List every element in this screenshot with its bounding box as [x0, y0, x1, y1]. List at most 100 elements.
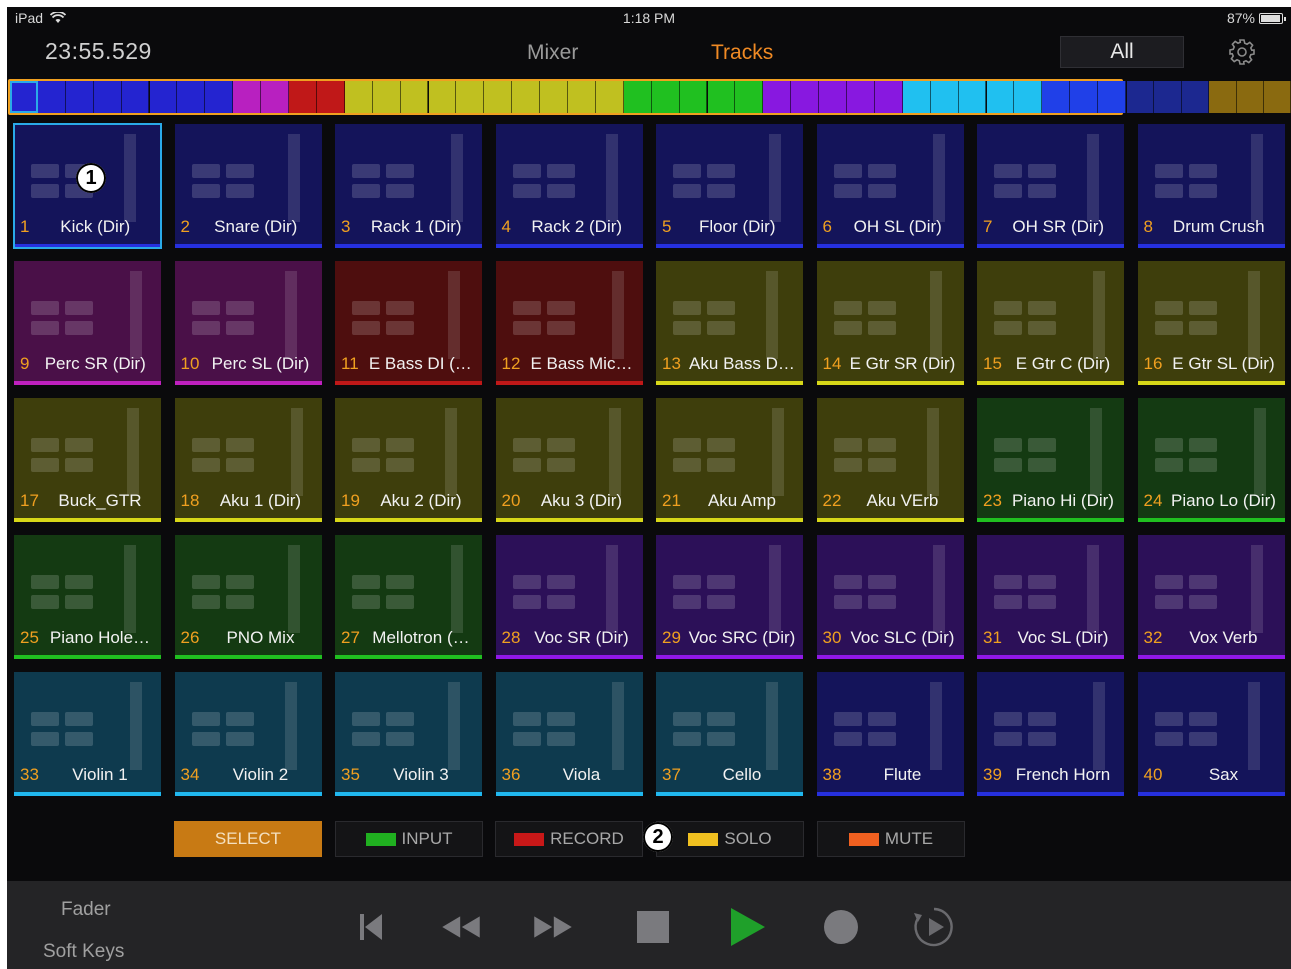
color-strip-cell[interactable] [568, 81, 596, 113]
color-strip-cell[interactable] [10, 81, 38, 113]
mode-mute-button[interactable]: MUTE [817, 821, 965, 857]
color-strip-cell[interactable] [595, 81, 624, 113]
track-tile[interactable]: 24 Piano Lo (Dir) [1137, 398, 1285, 522]
color-strip-cell[interactable] [177, 81, 206, 113]
loop-play-icon[interactable] [912, 905, 956, 949]
mode-solo-button[interactable]: SOLO [656, 821, 804, 857]
track-tile[interactable]: 30 Voc SLC (Dir) [816, 535, 964, 659]
track-tile[interactable]: 29 Voc SRC (Dir) [656, 535, 803, 659]
color-strip-cell[interactable] [428, 81, 457, 113]
return-to-start-icon[interactable] [348, 905, 392, 949]
track-tile[interactable]: 25 Piano Hole… [14, 535, 161, 659]
color-strip-cell[interactable] [1209, 81, 1237, 113]
soft-keys-button[interactable]: Soft Keys [43, 941, 124, 963]
color-strip-cell[interactable] [707, 81, 736, 113]
stop-icon[interactable] [632, 905, 676, 949]
track-color-strip[interactable] [7, 79, 1291, 119]
color-strip-cell[interactable] [1014, 81, 1043, 113]
track-tile[interactable]: 8 Drum Crush [1137, 124, 1285, 248]
filter-all-button[interactable]: All [1060, 36, 1184, 68]
track-tile[interactable]: 20 Aku 3 (Dir) [495, 398, 643, 522]
color-strip-cell[interactable] [847, 81, 875, 113]
track-tile[interactable]: 28 Voc SR (Dir) [495, 535, 643, 659]
color-strip-cell[interactable] [65, 81, 94, 113]
tab-mixer[interactable]: Mixer [527, 41, 578, 65]
color-strip-cell[interactable] [93, 81, 122, 113]
track-tile[interactable]: 5 Floor (Dir) [656, 124, 803, 248]
track-tile[interactable]: 26 PNO Mix [174, 535, 322, 659]
color-strip-cell[interactable] [763, 81, 792, 113]
track-tile[interactable]: 35 Violin 3 [335, 672, 482, 796]
track-tile[interactable]: 27 Mellotron (… [335, 535, 482, 659]
color-strip-cell[interactable] [1236, 81, 1264, 113]
color-strip-cell[interactable] [400, 81, 429, 113]
mode-input-button[interactable]: INPUT [335, 821, 483, 857]
track-tile[interactable]: 7 OH SR (Dir) [977, 124, 1124, 248]
track-tile[interactable]: 6 OH SL (Dir) [816, 124, 964, 248]
color-strip-cell[interactable] [289, 81, 317, 113]
track-tile[interactable]: 15 E Gtr C (Dir) [977, 261, 1124, 385]
record-icon[interactable] [819, 905, 863, 949]
color-strip-cell[interactable] [121, 81, 150, 113]
track-tile[interactable]: 17 Buck_GTR [14, 398, 161, 522]
mode-record-button[interactable]: RECORD [495, 821, 643, 857]
color-strip-cell[interactable] [651, 81, 680, 113]
track-tile[interactable]: 14 E Gtr SR (Dir) [816, 261, 964, 385]
color-strip-cell[interactable] [1154, 81, 1182, 113]
track-tile[interactable]: 21 Aku Amp [656, 398, 803, 522]
color-strip-cell[interactable] [1127, 81, 1155, 113]
color-strip-cell[interactable] [372, 81, 401, 113]
fader-button[interactable]: Fader [61, 899, 111, 921]
gear-icon[interactable] [1228, 38, 1256, 66]
color-strip-cell[interactable] [1042, 81, 1071, 113]
track-tile[interactable]: 9 Perc SR (Dir) [14, 261, 161, 385]
fast-forward-icon[interactable] [531, 905, 575, 949]
color-strip-cell[interactable] [679, 81, 708, 113]
color-strip-cell[interactable] [1098, 81, 1126, 113]
color-strip-cell[interactable] [233, 81, 262, 113]
color-strip-cell[interactable] [819, 81, 847, 113]
track-tile[interactable]: 32 Vox Verb [1137, 535, 1285, 659]
mode-select-button[interactable]: SELECT [174, 821, 322, 857]
track-tile[interactable]: 10 Perc SL (Dir) [174, 261, 322, 385]
color-strip-cell[interactable] [735, 81, 764, 113]
color-strip-cell[interactable] [149, 81, 178, 113]
color-strip-cell[interactable] [1264, 81, 1291, 113]
color-strip-cell[interactable] [902, 81, 931, 113]
track-tile[interactable]: 2 Snare (Dir) [174, 124, 322, 248]
track-tile[interactable]: 31 Voc SL (Dir) [977, 535, 1124, 659]
tab-tracks[interactable]: Tracks [711, 41, 773, 65]
track-tile[interactable]: 18 Aku 1 (Dir) [174, 398, 322, 522]
color-strip-cell[interactable] [986, 81, 1015, 113]
color-strip-cell[interactable] [512, 81, 541, 113]
color-strip-cell[interactable] [344, 81, 373, 113]
color-strip-cell[interactable] [205, 81, 234, 113]
color-strip-cell[interactable] [930, 81, 959, 113]
color-strip-cell[interactable] [791, 81, 820, 113]
color-strip-cell[interactable] [37, 81, 66, 113]
color-strip-cell[interactable] [456, 81, 485, 113]
track-tile[interactable]: 23 Piano Hi (Dir) [977, 398, 1124, 522]
track-tile[interactable]: 13 Aku Bass D… [656, 261, 803, 385]
color-strip-cell[interactable] [1181, 81, 1210, 113]
track-tile[interactable]: 39 French Horn [977, 672, 1124, 796]
color-strip-cell[interactable] [623, 81, 652, 113]
track-tile[interactable]: 38 Flute [816, 672, 964, 796]
color-strip-cell[interactable] [1070, 81, 1099, 113]
track-tile[interactable]: 36 Viola [495, 672, 643, 796]
color-strip-cell[interactable] [316, 81, 345, 113]
track-tile[interactable]: 37 Cello [656, 672, 803, 796]
track-tile[interactable]: 22 Aku VErb [816, 398, 964, 522]
track-tile[interactable]: 40 Sax [1137, 672, 1285, 796]
track-tile[interactable]: 34 Violin 2 [174, 672, 322, 796]
track-tile[interactable]: 12 E Bass Mic… [495, 261, 643, 385]
color-strip-cell[interactable] [958, 81, 987, 113]
track-tile[interactable]: 11 E Bass DI (… [335, 261, 482, 385]
track-tile[interactable]: 33 Violin 1 [14, 672, 161, 796]
color-strip-cell[interactable] [261, 81, 289, 113]
play-icon[interactable] [725, 905, 769, 949]
track-tile[interactable]: 4 Rack 2 (Dir) [495, 124, 643, 248]
color-strip-cell[interactable] [874, 81, 903, 113]
color-strip-cell[interactable] [540, 81, 568, 113]
color-strip-cell[interactable] [484, 81, 513, 113]
